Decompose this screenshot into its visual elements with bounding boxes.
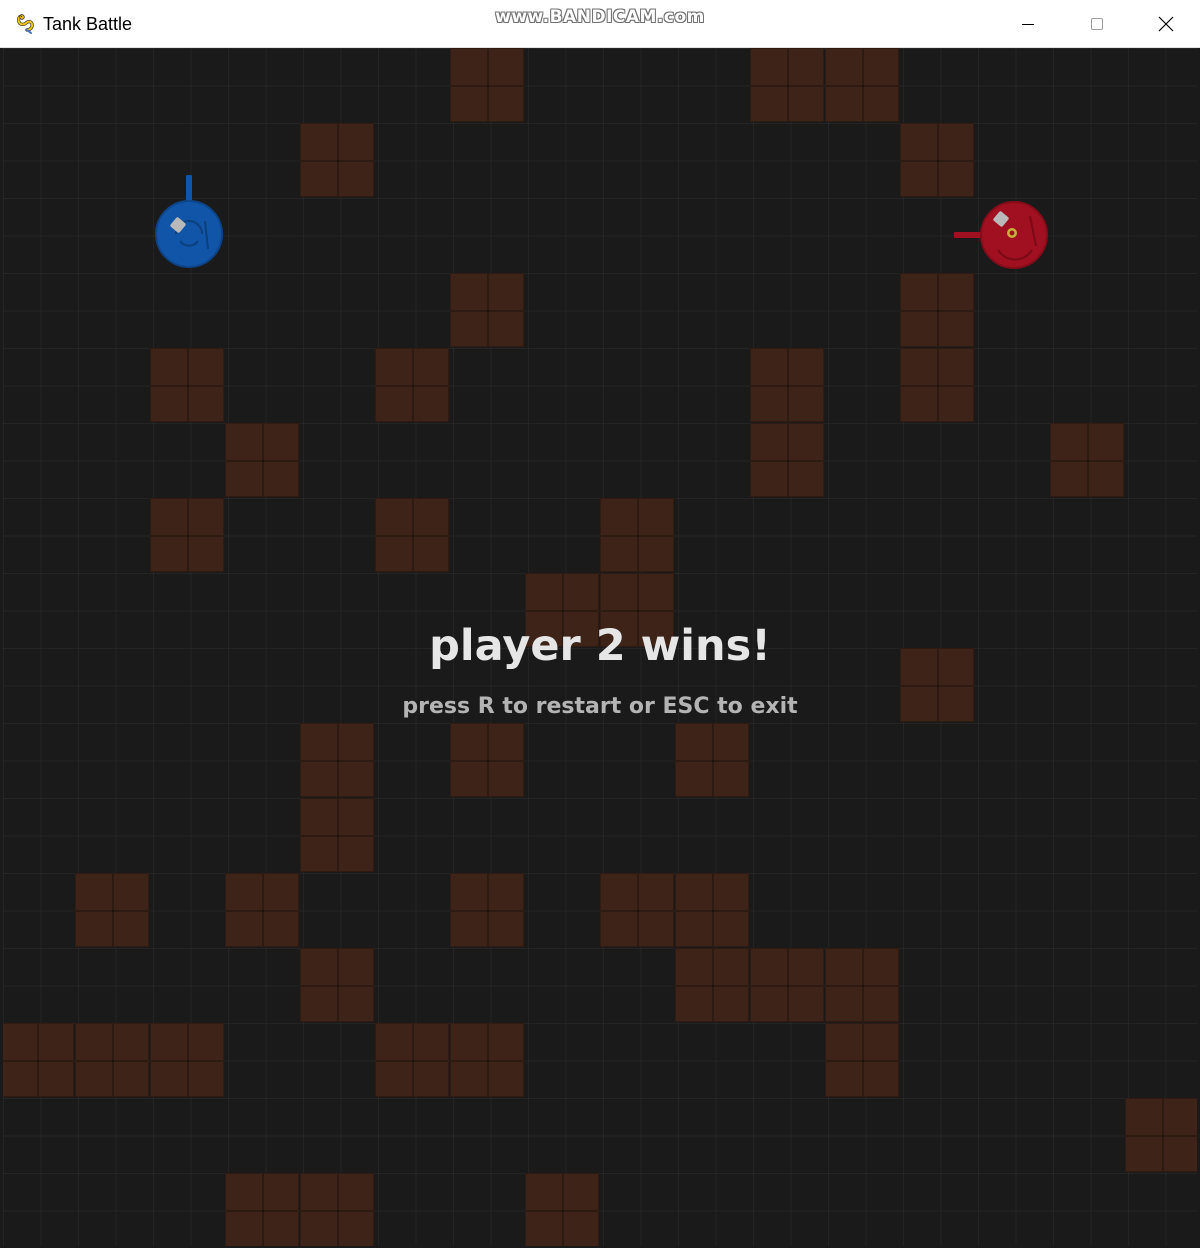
- minimize-icon: [1021, 24, 1034, 25]
- wall-block: [375, 348, 449, 422]
- wall-block: [225, 1173, 299, 1246]
- wall-block: [525, 1173, 599, 1246]
- player-2-tank: [954, 201, 1048, 269]
- wall-block: [3, 1023, 74, 1097]
- wall-block: [225, 873, 299, 947]
- pygame-snake-icon: [17, 14, 34, 34]
- wall-block: [450, 48, 524, 122]
- wall-block: [450, 873, 524, 947]
- wall-block: [300, 123, 374, 197]
- wall-block: [600, 498, 674, 572]
- window-title: Tank Battle: [43, 14, 133, 34]
- close-button[interactable]: [1131, 0, 1200, 48]
- wall-block: [75, 873, 149, 947]
- wall-block: [825, 48, 899, 122]
- wall-block: [300, 1173, 374, 1246]
- player-1-tank: [155, 175, 223, 268]
- title-bar[interactable]: Tank Battle www.BANDICAM.com: [0, 0, 1200, 48]
- wall-block: [450, 723, 524, 797]
- wall-block: [600, 873, 674, 947]
- wall-block: [375, 1023, 449, 1097]
- wall-block: [900, 123, 974, 197]
- wall-block: [675, 873, 749, 947]
- wall-block: [825, 1023, 899, 1097]
- maximize-icon: [1090, 18, 1103, 30]
- wall-block: [150, 1023, 224, 1097]
- wall-block: [750, 348, 824, 422]
- result-message: player 2 wins!: [429, 621, 771, 671]
- minimize-button[interactable]: [993, 0, 1062, 48]
- wall-block: [750, 948, 824, 1022]
- wall-block: [300, 798, 374, 872]
- wall-block: [1050, 423, 1124, 497]
- wall-block: [1125, 1098, 1197, 1172]
- wall-block: [900, 348, 974, 422]
- wall-block: [225, 423, 299, 497]
- wall-block: [300, 723, 374, 797]
- wall-block: [150, 348, 224, 422]
- wall-block: [675, 948, 749, 1022]
- maximize-button[interactable]: [1062, 0, 1131, 48]
- wall-block: [450, 273, 524, 347]
- restart-hint: press R to restart or ESC to exit: [402, 694, 798, 719]
- wall-block: [900, 273, 974, 347]
- game-window: Tank Battle www.BANDICAM.com player 2 wi…: [0, 0, 1200, 1248]
- wall-block: [750, 48, 824, 122]
- wall-block: [75, 1023, 149, 1097]
- wall-block: [375, 498, 449, 572]
- wall-block: [675, 723, 749, 797]
- wall-block: [825, 948, 899, 1022]
- wall-block: [150, 498, 224, 572]
- close-icon: [1158, 16, 1173, 32]
- wall-block: [300, 948, 374, 1022]
- wall-block: [450, 1023, 524, 1097]
- wall-block: [750, 423, 824, 497]
